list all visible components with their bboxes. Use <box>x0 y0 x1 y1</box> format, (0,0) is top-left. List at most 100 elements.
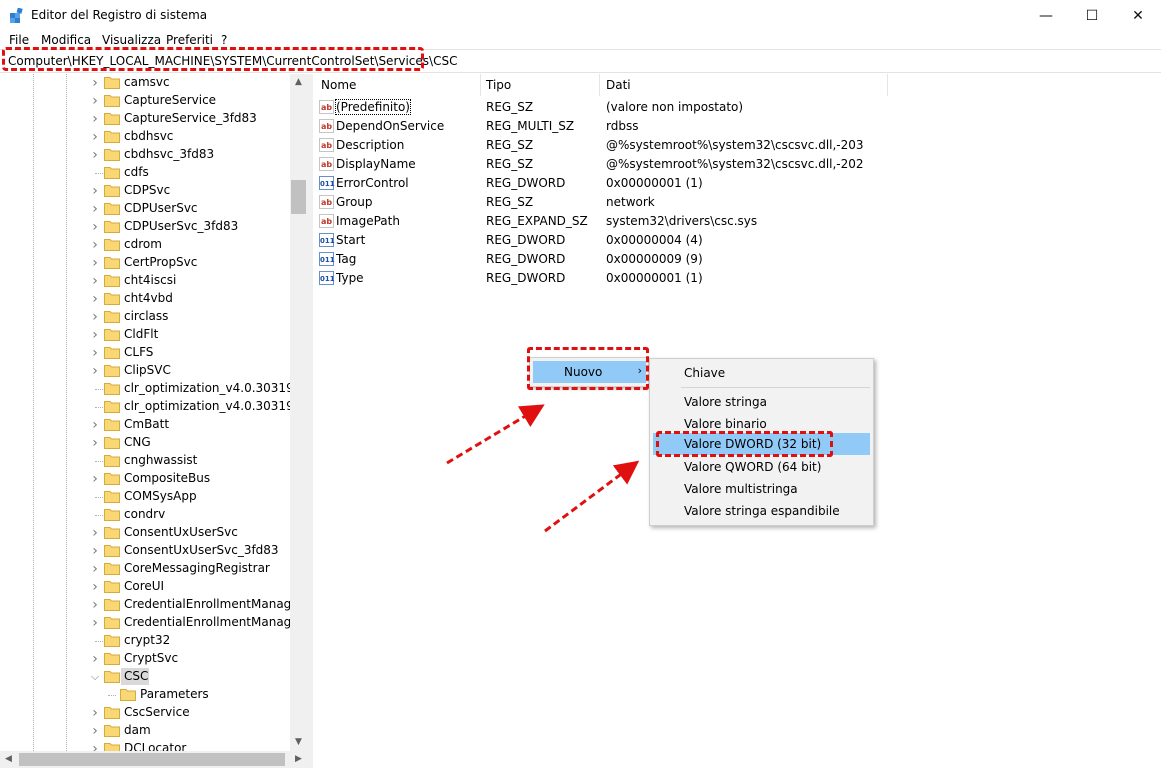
tree-hscroll-thumb[interactable] <box>19 753 285 766</box>
chevron-right-icon[interactable]: › <box>90 580 100 594</box>
menu-preferiti[interactable]: Preferiti <box>166 33 213 47</box>
scroll-left-icon[interactable]: ◀ <box>0 751 17 768</box>
chevron-right-icon[interactable]: › <box>90 706 100 720</box>
tree-item[interactable]: › CNG <box>0 434 290 452</box>
tree-item[interactable]: › CryptSvc <box>0 650 290 668</box>
close-button[interactable]: ✕ <box>1115 0 1161 31</box>
chevron-right-icon[interactable]: › <box>90 202 100 216</box>
tree-item[interactable]: › DCLocator <box>0 740 290 751</box>
value-row[interactable]: ab (Predefinito) REG_SZ (valore non imposta… <box>313 98 1161 117</box>
tree-item[interactable]: › cbdhsvc_3fd83 <box>0 146 290 164</box>
chevron-right-icon[interactable]: › <box>90 544 100 558</box>
tree-item[interactable]: › CertPropSvc <box>0 254 290 272</box>
tree-item[interactable]: › dam <box>0 722 290 740</box>
tree-item[interactable]: clr_optimization_v4.0.30319_64 <box>0 398 307 416</box>
tree-item[interactable]: ⌵ CSC <box>0 668 290 686</box>
tree-item[interactable]: › CaptureService_3fd83 <box>0 110 290 128</box>
tree-vertical-scrollbar[interactable]: ▲ ▼ <box>290 74 307 751</box>
submenu-item[interactable]: Valore stringa espandibile <box>653 500 870 522</box>
chevron-right-icon[interactable]: › <box>90 310 100 324</box>
chevron-right-icon[interactable]: › <box>90 184 100 198</box>
column-header-data[interactable]: Dati <box>606 78 631 92</box>
chevron-right-icon[interactable]: › <box>90 472 100 486</box>
tree-item[interactable]: › ClipSVC <box>0 362 290 380</box>
column-header-type[interactable]: Tipo <box>486 78 511 92</box>
tree-item[interactable]: › CoreMessagingRegistrar <box>0 560 290 578</box>
chevron-right-icon[interactable]: › <box>90 418 100 432</box>
tree-horizontal-scrollbar[interactable]: ◀ ▶ <box>0 751 307 768</box>
menu-file[interactable]: File <box>9 33 29 47</box>
address-bar[interactable]: Computer\HKEY_LOCAL_MACHINE\SYSTEM\Curre… <box>0 49 1161 73</box>
chevron-right-icon[interactable]: › <box>90 328 100 342</box>
tree-item[interactable]: crypt32 <box>0 632 290 650</box>
tree-item[interactable]: › CDPUserSvc_3fd83 <box>0 218 290 236</box>
value-row[interactable]: ab Description REG_SZ @%systemroot%\system3… <box>313 136 1161 155</box>
tree-item[interactable]: › CaptureService <box>0 92 290 110</box>
value-row[interactable]: 011 ErrorControl REG_DWORD 0x00000001 (1) <box>313 174 1161 193</box>
submenu-item[interactable]: Valore stringa <box>653 391 870 413</box>
chevron-right-icon[interactable]: › <box>90 652 100 666</box>
maximize-button[interactable]: ☐ <box>1069 0 1115 31</box>
tree-item[interactable]: › cbdhsvc <box>0 128 290 146</box>
menu-modifica[interactable]: Modifica <box>41 33 91 47</box>
chevron-right-icon[interactable]: › <box>90 724 100 738</box>
chevron-right-icon[interactable]: › <box>90 274 100 288</box>
chevron-down-icon[interactable]: ⌵ <box>90 671 100 683</box>
tree-item[interactable]: COMSysApp <box>0 488 290 506</box>
tree-item[interactable]: › CldFlt <box>0 326 290 344</box>
chevron-right-icon[interactable]: › <box>90 220 100 234</box>
value-row[interactable]: 011 Start REG_DWORD 0x00000004 (4) <box>313 231 1161 250</box>
tree-item[interactable]: › CLFS <box>0 344 290 362</box>
chevron-right-icon[interactable]: › <box>90 292 100 306</box>
tree-item[interactable]: › CscService <box>0 704 290 722</box>
scroll-right-icon[interactable]: ▶ <box>290 751 307 768</box>
tree-item[interactable]: › CredentialEnrollmentManagerU <box>0 614 307 632</box>
chevron-right-icon[interactable]: › <box>90 256 100 270</box>
tree-item[interactable]: › ConsentUxUserSvc <box>0 524 290 542</box>
tree-item[interactable]: cnghwassist <box>0 452 290 470</box>
menu-help[interactable]: ? <box>221 33 227 47</box>
tree-item[interactable]: cdfs <box>0 164 290 182</box>
tree-item[interactable]: clr_optimization_v4.0.30319_32 <box>0 380 307 398</box>
chevron-right-icon[interactable]: › <box>90 598 100 612</box>
chevron-right-icon[interactable]: › <box>90 346 100 360</box>
submenu-item[interactable]: Chiave <box>653 362 870 384</box>
tree-item[interactable]: › cht4vbd <box>0 290 290 308</box>
tree-item[interactable]: › CompositeBus <box>0 470 290 488</box>
tree-scroll-thumb[interactable] <box>291 180 306 214</box>
value-row[interactable]: ab DependOnService REG_MULTI_SZ rdbss <box>313 117 1161 136</box>
chevron-right-icon[interactable]: › <box>90 76 100 90</box>
chevron-right-icon[interactable]: › <box>90 742 100 751</box>
chevron-right-icon[interactable]: › <box>90 526 100 540</box>
value-row[interactable]: ab DisplayName REG_SZ @%systemroot%\system3… <box>313 155 1161 174</box>
chevron-right-icon[interactable]: › <box>90 148 100 162</box>
tree-item[interactable]: condrv <box>0 506 290 524</box>
chevron-right-icon[interactable]: › <box>90 238 100 252</box>
tree-item[interactable]: › CDPSvc <box>0 182 290 200</box>
menu-visualizza[interactable]: Visualizza <box>102 33 161 47</box>
chevron-right-icon[interactable]: › <box>90 364 100 378</box>
chevron-right-icon[interactable]: › <box>90 562 100 576</box>
tree-item[interactable]: › cht4iscsi <box>0 272 290 290</box>
chevron-right-icon[interactable]: › <box>90 616 100 630</box>
chevron-right-icon[interactable]: › <box>90 436 100 450</box>
tree-item[interactable]: › cdrom <box>0 236 290 254</box>
tree-item[interactable]: › CDPUserSvc <box>0 200 290 218</box>
value-row[interactable]: 011 Type REG_DWORD 0x00000001 (1) <box>313 269 1161 288</box>
value-row[interactable]: 011 Tag REG_DWORD 0x00000009 (9) <box>313 250 1161 269</box>
tree-item[interactable]: › CredentialEnrollmentManagerU <box>0 596 307 614</box>
submenu-item[interactable]: Valore multistringa <box>653 478 870 500</box>
tree-item[interactable]: › circlass <box>0 308 290 326</box>
tree-item[interactable]: › camsvc <box>0 74 290 92</box>
value-row[interactable]: ab ImagePath REG_EXPAND_SZ system32\drivers… <box>313 212 1161 231</box>
chevron-right-icon[interactable]: › <box>90 112 100 126</box>
tree-item[interactable]: › ConsentUxUserSvc_3fd83 <box>0 542 290 560</box>
column-header-name[interactable]: Nome <box>321 78 356 92</box>
scroll-down-icon[interactable]: ▼ <box>290 734 307 751</box>
value-row[interactable]: ab Group REG_SZ network <box>313 193 1161 212</box>
tree-item[interactable]: › CoreUI <box>0 578 290 596</box>
chevron-right-icon[interactable]: › <box>90 94 100 108</box>
chevron-right-icon[interactable]: › <box>90 130 100 144</box>
tree-item[interactable]: Parameters <box>0 686 290 704</box>
tree-item[interactable]: › CmBatt <box>0 416 290 434</box>
